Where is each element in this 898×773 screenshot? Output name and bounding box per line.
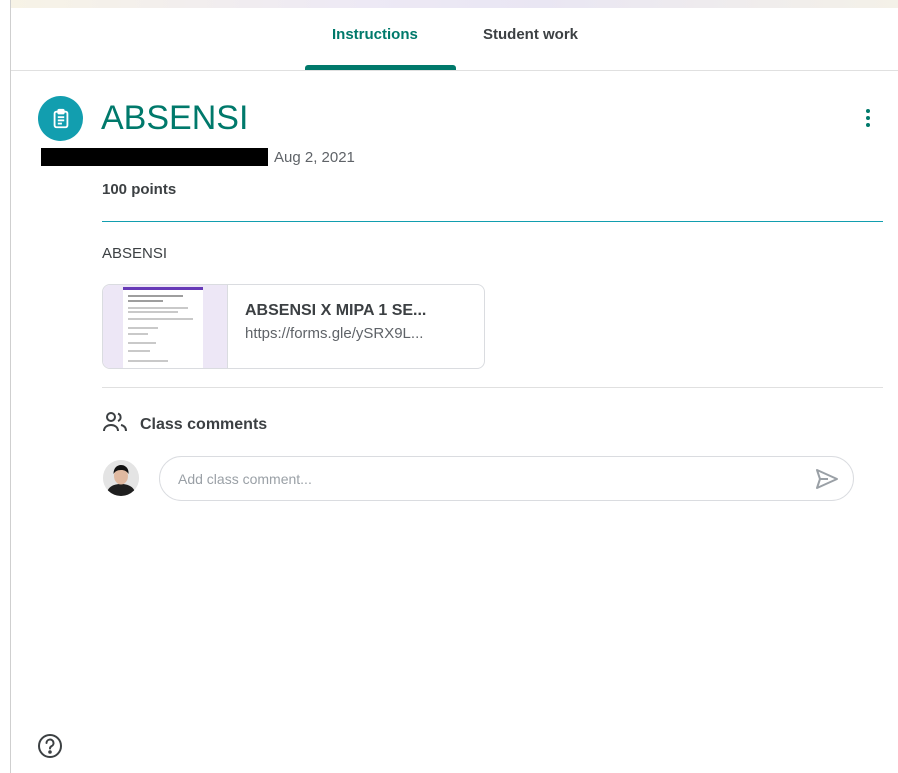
posted-date: Aug 2, 2021	[274, 149, 355, 166]
class-comment-input[interactable]	[159, 456, 854, 501]
section-divider	[102, 387, 883, 388]
tab-instructions[interactable]: Instructions	[332, 24, 418, 46]
redacted-author	[41, 148, 268, 166]
left-rule	[10, 0, 11, 773]
header-divider	[102, 221, 883, 222]
active-tab-indicator	[305, 65, 456, 70]
attachment-card[interactable]: ABSENSI X MIPA 1 SE... https://forms.gle…	[102, 284, 485, 369]
more-vert-icon[interactable]	[856, 104, 880, 132]
page: Instructions Student work ABSENSI Aug 2,…	[0, 0, 898, 773]
class-comments-heading: Class comments	[102, 411, 267, 438]
tab-student-work[interactable]: Student work	[483, 24, 578, 46]
attachment-thumbnail	[103, 285, 228, 368]
assignment-title: ABSENSI	[101, 99, 249, 137]
class-comments-label: Class comments	[140, 415, 268, 433]
avatar	[103, 460, 139, 496]
send-icon[interactable]	[814, 467, 840, 491]
top-banner	[10, 0, 898, 8]
assignment-description: ABSENSI	[102, 245, 168, 262]
attachment-url: https://forms.gle/ySRX9L...	[245, 325, 424, 342]
people-icon	[102, 411, 130, 438]
help-icon[interactable]	[37, 733, 63, 759]
tab-bar: Instructions Student work	[11, 8, 898, 71]
points-label: 100 points	[102, 181, 177, 198]
attachment-title: ABSENSI X MIPA 1 SE...	[245, 302, 427, 319]
assignment-icon	[38, 96, 83, 141]
